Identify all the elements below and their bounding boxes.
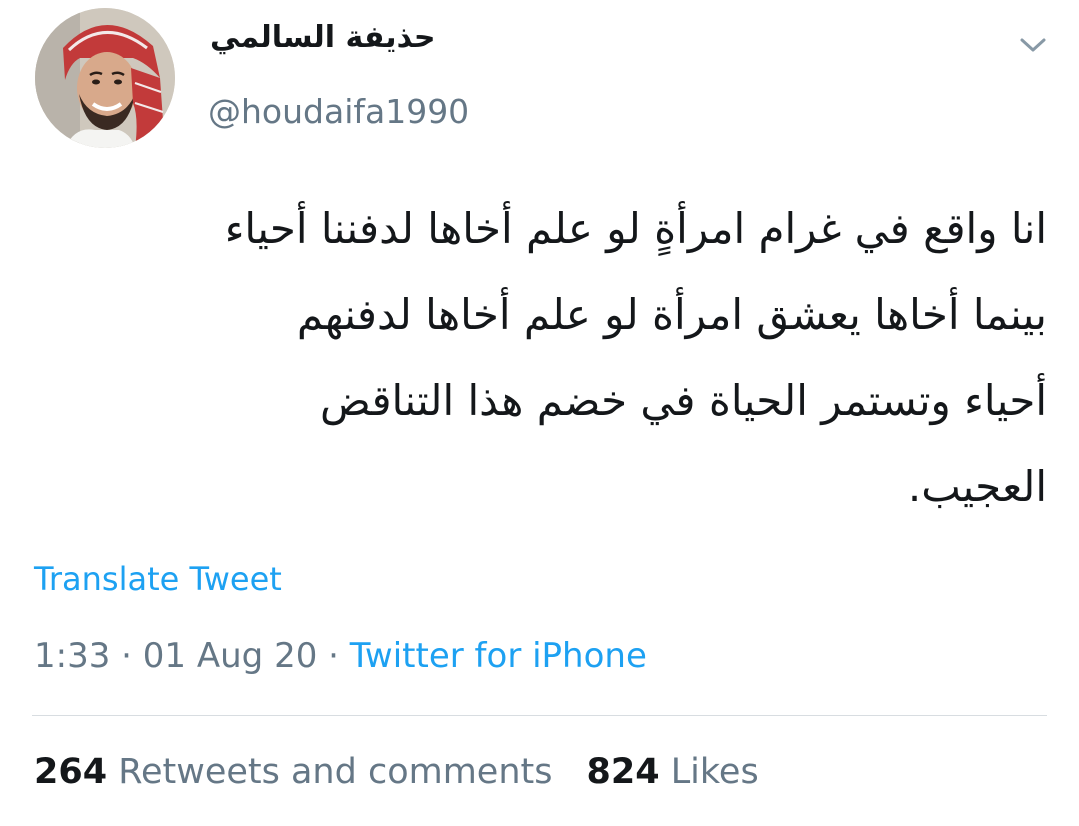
tweet-source-link[interactable]: Twitter for iPhone xyxy=(350,636,647,676)
divider xyxy=(32,715,1047,716)
tweet-meta: 1:33 · 01 Aug 20 · Twitter for iPhone xyxy=(34,636,647,676)
retweets-label: Retweets and comments xyxy=(118,752,553,792)
tweet-text: انا واقع في غرام امرأةٍ لو علم أخاها لدف… xyxy=(32,186,1047,530)
likes-stat[interactable]: 824 Likes xyxy=(586,752,758,792)
tweet-detail: حذيفة السالمي @houdaifa1990 انا واقع في … xyxy=(0,0,1079,826)
profile-photo xyxy=(35,8,175,148)
retweets-stat[interactable]: 264 Retweets and comments xyxy=(34,752,552,792)
tweet-time: 1:33 xyxy=(34,636,111,676)
tweet-text-line: انا واقع في غرام امرأةٍ لو علم أخاها لدف… xyxy=(224,204,1047,253)
tweet-text-line: أحياء وتستمر الحياة في خضم هذا التناقض xyxy=(319,376,1047,425)
tweet-text-line: العجيب. xyxy=(907,462,1047,511)
avatar[interactable] xyxy=(35,8,175,148)
meta-separator: · xyxy=(110,636,143,676)
likes-label: Likes xyxy=(670,752,759,792)
chevron-down-icon[interactable] xyxy=(1018,34,1048,56)
retweets-count: 264 xyxy=(34,752,108,792)
tweet-date: 01 Aug 20 xyxy=(142,636,318,676)
author-display-name[interactable]: حذيفة السالمي xyxy=(210,20,436,55)
likes-count: 824 xyxy=(586,752,660,792)
tweet-stats: 264 Retweets and comments 824 Likes xyxy=(34,752,759,792)
author-handle[interactable]: @houdaifa1990 xyxy=(208,92,469,131)
meta-separator: · xyxy=(317,636,350,676)
translate-tweet-link[interactable]: Translate Tweet xyxy=(34,560,282,598)
tweet-text-line: بينما أخاها يعشق امرأة لو علم أخاها لدفن… xyxy=(296,290,1047,339)
